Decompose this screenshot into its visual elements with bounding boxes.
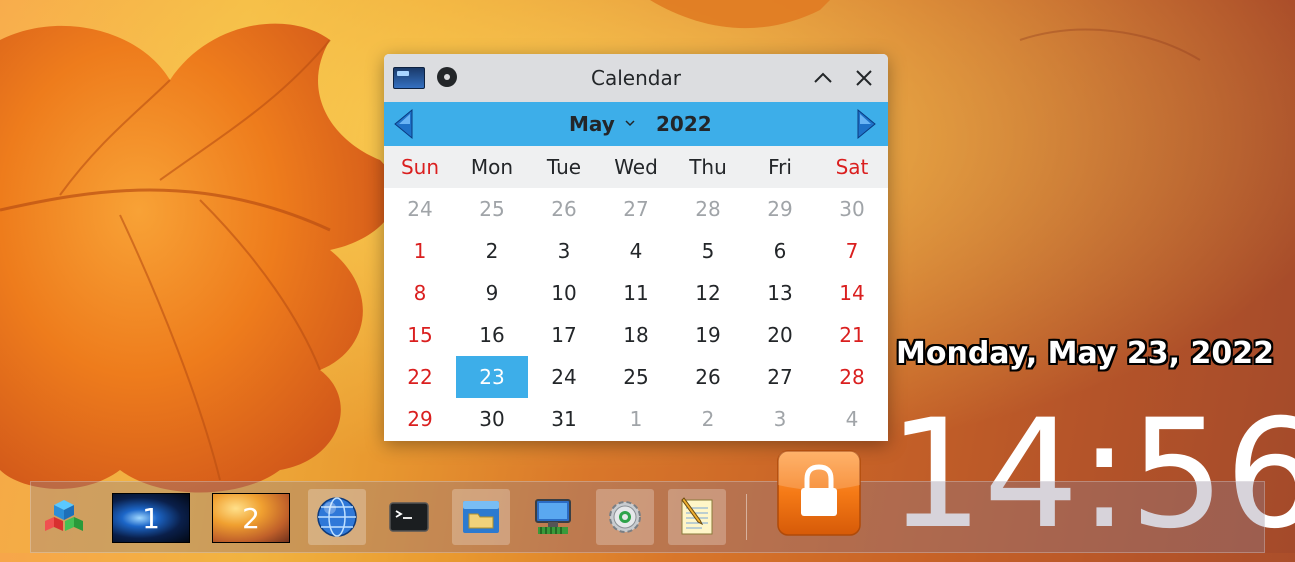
weekday-header: Fri xyxy=(768,155,792,179)
day-cell[interactable]: 15 xyxy=(384,314,456,356)
calendar-grid: Sun Mon Tue Wed Thu Fri Sat 24 25 26 27 … xyxy=(384,146,888,440)
day-cell[interactable]: 10 xyxy=(528,272,600,314)
weekday-header: Sun xyxy=(400,155,440,179)
weekday-header: Tue xyxy=(546,155,582,179)
weekday-header: Thu xyxy=(689,155,727,179)
day-cell[interactable]: 6 xyxy=(744,230,816,272)
app-launcher-button[interactable] xyxy=(35,489,93,545)
taskbar: 1 2 xyxy=(30,450,1265,553)
day-cell[interactable]: 2 xyxy=(672,398,744,440)
notepad-icon xyxy=(681,497,713,535)
week-row: 29 30 31 1 2 3 4 xyxy=(384,398,888,440)
day-cell[interactable]: 22 xyxy=(384,356,456,398)
cubes-icon xyxy=(45,500,83,531)
day-cell[interactable]: 24 xyxy=(528,356,600,398)
arrow-right-icon xyxy=(857,108,876,140)
day-cell[interactable]: 26 xyxy=(528,188,600,230)
text-editor-button[interactable] xyxy=(668,489,726,545)
day-cell[interactable]: 2 xyxy=(456,230,528,272)
chevron-up-icon xyxy=(814,72,832,83)
day-cell[interactable]: 30 xyxy=(456,398,528,440)
virtual-desktop-2[interactable]: 2 xyxy=(212,493,290,543)
week-row: 1 2 3 4 5 6 7 xyxy=(384,230,888,272)
day-cell[interactable]: 3 xyxy=(744,398,816,440)
day-cell[interactable]: 11 xyxy=(600,272,672,314)
taskbar-separator xyxy=(746,494,747,540)
day-cell[interactable]: 19 xyxy=(672,314,744,356)
day-cell[interactable]: 25 xyxy=(600,356,672,398)
shade-button[interactable] xyxy=(812,67,834,89)
month-navigation-bar: May 2022 xyxy=(384,102,888,146)
day-cell[interactable]: 13 xyxy=(744,272,816,314)
terminal-button[interactable] xyxy=(380,489,438,545)
close-icon xyxy=(856,70,872,86)
lock-icon xyxy=(777,450,861,536)
day-cell[interactable]: 27 xyxy=(744,356,816,398)
weekday-header: Sat xyxy=(835,155,869,179)
previous-month-button[interactable] xyxy=(392,108,416,140)
day-cell[interactable]: 29 xyxy=(744,188,816,230)
day-cell[interactable]: 28 xyxy=(816,356,888,398)
gear-icon xyxy=(609,501,641,533)
day-cell[interactable]: 1 xyxy=(384,230,456,272)
day-cell[interactable]: 4 xyxy=(600,230,672,272)
arrow-left-icon xyxy=(394,108,413,140)
day-cell[interactable]: 29 xyxy=(384,398,456,440)
day-cell[interactable]: 27 xyxy=(600,188,672,230)
day-cell[interactable]: 25 xyxy=(456,188,528,230)
close-button[interactable] xyxy=(853,67,875,89)
globe-icon xyxy=(317,497,357,537)
day-cell[interactable]: 14 xyxy=(816,272,888,314)
virtual-desktop-1[interactable]: 1 xyxy=(112,493,190,543)
lock-screen-button[interactable] xyxy=(776,449,862,537)
web-browser-button[interactable] xyxy=(308,489,366,545)
day-cell[interactable]: 26 xyxy=(672,356,744,398)
day-cell[interactable]: 1 xyxy=(600,398,672,440)
week-row: 24 25 26 27 28 29 30 xyxy=(384,188,888,230)
week-row: 15 16 17 18 19 20 21 xyxy=(384,314,888,356)
day-cell[interactable]: 16 xyxy=(456,314,528,356)
month-dropdown[interactable]: May xyxy=(569,112,615,136)
chevron-down-icon[interactable] xyxy=(624,117,636,129)
week-row: 8 9 10 11 12 13 14 xyxy=(384,272,888,314)
day-cell[interactable]: 7 xyxy=(816,230,888,272)
file-manager-button[interactable] xyxy=(452,489,510,545)
terminal-icon xyxy=(389,502,429,532)
monitor-icon xyxy=(535,499,571,534)
calendar-window: Calendar May 2022 Sun Mon Tue Wed Thu Fr… xyxy=(384,54,888,441)
day-cell[interactable]: 20 xyxy=(744,314,816,356)
day-cell[interactable]: 3 xyxy=(528,230,600,272)
week-row: 22 23 24 25 26 27 28 xyxy=(384,356,888,398)
selected-day-cell[interactable]: 23 xyxy=(456,356,528,398)
window-titlebar[interactable]: Calendar xyxy=(384,54,888,102)
day-cell[interactable]: 4 xyxy=(816,398,888,440)
day-cell[interactable]: 8 xyxy=(384,272,456,314)
day-cell[interactable]: 17 xyxy=(528,314,600,356)
settings-button[interactable] xyxy=(596,489,654,545)
weekday-header-row: Sun Mon Tue Wed Thu Fri Sat xyxy=(384,146,888,188)
folder-icon xyxy=(463,501,499,533)
day-cell[interactable]: 12 xyxy=(672,272,744,314)
day-cell[interactable]: 31 xyxy=(528,398,600,440)
next-month-button[interactable] xyxy=(854,108,878,140)
weekday-header: Mon xyxy=(470,155,514,179)
day-cell[interactable]: 28 xyxy=(672,188,744,230)
day-cell[interactable]: 9 xyxy=(456,272,528,314)
day-cell[interactable]: 18 xyxy=(600,314,672,356)
weekday-header: Wed xyxy=(614,155,658,179)
day-cell[interactable]: 30 xyxy=(816,188,888,230)
day-cell[interactable]: 21 xyxy=(816,314,888,356)
system-monitor-button[interactable] xyxy=(524,489,582,545)
date-label: Monday, May 23, 2022 xyxy=(896,336,1274,371)
day-cell[interactable]: 5 xyxy=(672,230,744,272)
year-field[interactable]: 2022 xyxy=(656,112,712,136)
day-cell[interactable]: 24 xyxy=(384,188,456,230)
